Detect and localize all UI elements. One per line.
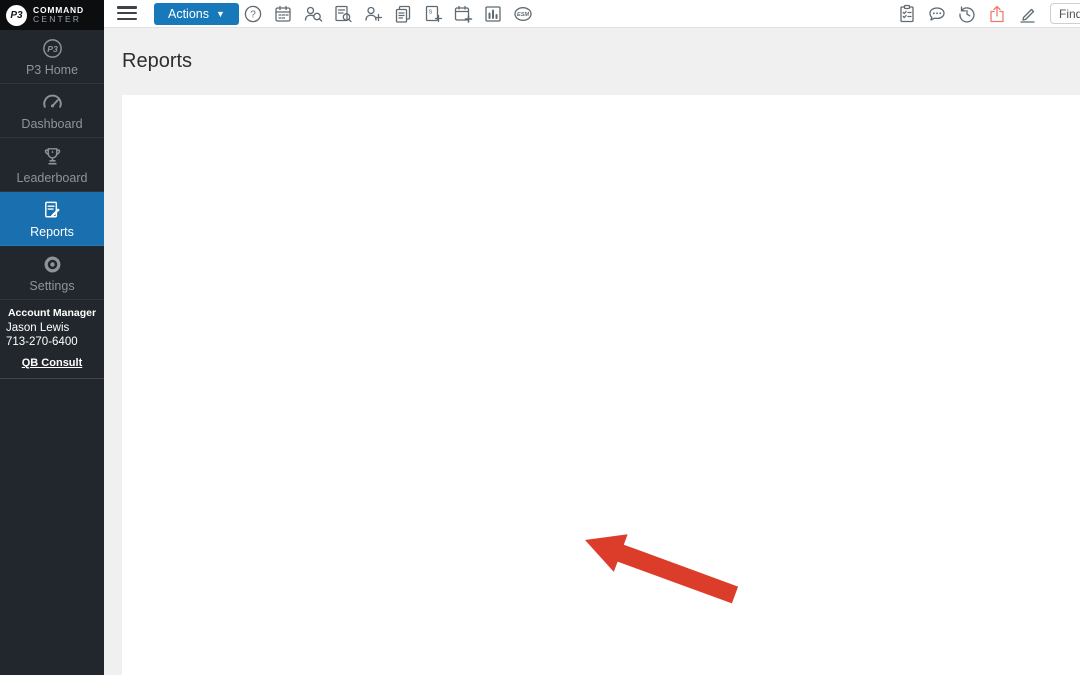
sidebar-item-settings[interactable]: Settings [0, 246, 104, 300]
reports-panel [122, 95, 1080, 675]
svg-text:?: ? [250, 9, 256, 20]
sidebar-item-label: Dashboard [21, 117, 82, 131]
checklist-icon[interactable] [896, 3, 917, 24]
actions-button[interactable]: Actions ▼ [154, 3, 239, 25]
chat-icon[interactable] [926, 3, 947, 24]
sidebar-item-dashboard[interactable]: Dashboard [0, 84, 104, 138]
add-service-agreement-icon[interactable]: s [422, 3, 443, 24]
trophy-icon [41, 145, 64, 168]
esm-badge-icon[interactable]: ESM [512, 3, 533, 24]
svg-text:s: s [428, 8, 432, 15]
reports-chart-icon[interactable] [482, 3, 503, 24]
sidebar: P3 COMMAND CENTER P3 Home Dashboard Lead… [0, 0, 104, 675]
chevron-down-icon: ▼ [216, 10, 225, 19]
share-icon[interactable] [986, 3, 1007, 24]
account-manager-role: Account Manager [5, 307, 99, 319]
topbar: Actions ▼ ? s ESM [0, 0, 1080, 28]
find-customer-input[interactable] [1050, 3, 1080, 24]
svg-text:ESM: ESM [517, 12, 529, 18]
p3-logo-icon [41, 37, 64, 60]
sidebar-item-leaderboard[interactable]: Leaderboard [0, 138, 104, 192]
p3-logo-icon: P3 [6, 5, 27, 26]
sidebar-item-label: Reports [30, 225, 74, 239]
history-icon[interactable] [956, 3, 977, 24]
add-customer-icon[interactable] [362, 3, 383, 24]
brand-line2: CENTER [33, 15, 84, 24]
edit-icon[interactable] [1016, 3, 1037, 24]
sales-quote-search-icon[interactable] [332, 3, 353, 24]
sidebar-item-label: Leaderboard [17, 171, 88, 185]
sidebar-item-label: Settings [29, 279, 74, 293]
help-icon[interactable]: ? [242, 3, 263, 24]
account-manager-phone: 713-270-6400 [6, 336, 99, 348]
calendar-icon[interactable] [272, 3, 293, 24]
hamburger-menu-icon[interactable] [117, 6, 137, 22]
account-manager-block: Account Manager Jason Lewis 713-270-6400… [0, 300, 104, 379]
account-manager-name: Jason Lewis [6, 322, 99, 334]
sidebar-item-reports[interactable]: Reports [0, 192, 104, 246]
gear-icon [41, 253, 64, 276]
qb-consult-link[interactable]: QB Consult [5, 357, 99, 369]
copy-documents-icon[interactable] [392, 3, 413, 24]
add-appointment-icon[interactable] [452, 3, 473, 24]
sidebar-item-p3-home[interactable]: P3 Home [0, 30, 104, 84]
page-title: Reports [122, 50, 192, 73]
gauge-icon [41, 91, 64, 114]
report-doc-icon [41, 199, 64, 222]
app-logo[interactable]: P3 COMMAND CENTER [0, 0, 104, 30]
sidebar-item-label: P3 Home [26, 63, 78, 77]
customer-search-icon[interactable] [302, 3, 323, 24]
